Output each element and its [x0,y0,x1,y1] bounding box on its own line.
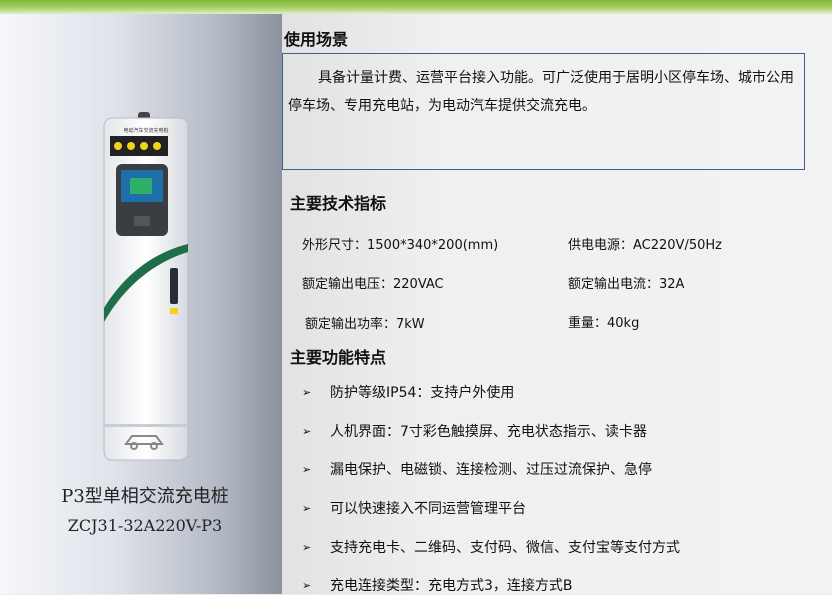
feature-item: ➢ 充电连接类型：充电方式3，连接方式B [302,575,573,595]
feature-text: 人机界面：7寸彩色触摸屏、充电状态指示、读卡器 [330,424,647,440]
feature-text: 支持充电卡、二维码、支付码、微信、支付宝等支付方式 [330,540,680,556]
feature-text: 漏电保护、电磁锁、连接检测、过压过流保护、急停 [330,462,652,478]
feature-item: ➢ 可以快速接入不同运营管理平台 [302,498,526,518]
arrow-bullet-icon: ➢ [302,541,312,554]
arrow-bullet-icon: ➢ [302,502,312,515]
feature-item: ➢ 人机界面：7寸彩色触摸屏、充电状态指示、读卡器 [302,421,647,441]
arrow-bullet-icon: ➢ [302,463,312,476]
arrow-bullet-icon: ➢ [302,425,312,438]
spec-weight: 重量：40kg [568,316,640,331]
feature-text: 防护等级IP54：支持户外使用 [330,385,515,401]
device-label: 电动汽车交流充电桩 [123,128,169,134]
spec-power-supply: 供电电源：AC220V/50Hz [568,238,722,253]
spec-output-voltage: 额定输出电压：220VAC [302,277,444,292]
feature-item: ➢ 漏电保护、电磁锁、连接检测、过压过流保护、急停 [302,459,652,479]
specs-title: 主要技术指标 [290,194,387,213]
feature-item: ➢ 防护等级IP54：支持户外使用 [302,382,514,402]
feature-text: 充电连接类型：充电方式3，连接方式B [330,578,573,594]
spec-output-power: 额定输出功率：7kW [305,317,425,332]
features-title: 主要功能特点 [290,348,387,367]
spec-output-current: 额定输出电流：32A [568,277,685,292]
feature-item: ➢ 支持充电卡、二维码、支付码、微信、支付宝等支付方式 [302,537,680,557]
usage-description: 具备计量计费、运营平台接入功能。可广泛使用于居明小区停车场、城市公用停车场、专用… [288,70,794,114]
arrow-bullet-icon: ➢ [302,579,312,592]
arrow-bullet-icon: ➢ [302,386,312,399]
spec-dimensions: 外形尺寸：1500*340*200(mm) [302,238,499,253]
usage-title: 使用场景 [284,30,349,49]
top-accent-bar [0,0,832,14]
product-model: ZCJ31-32A220V-P3 [67,516,223,535]
charger-image [103,112,189,461]
product-name: P3型单相交流充电桩 [61,486,229,507]
feature-text: 可以快速接入不同运营管理平台 [330,501,526,517]
